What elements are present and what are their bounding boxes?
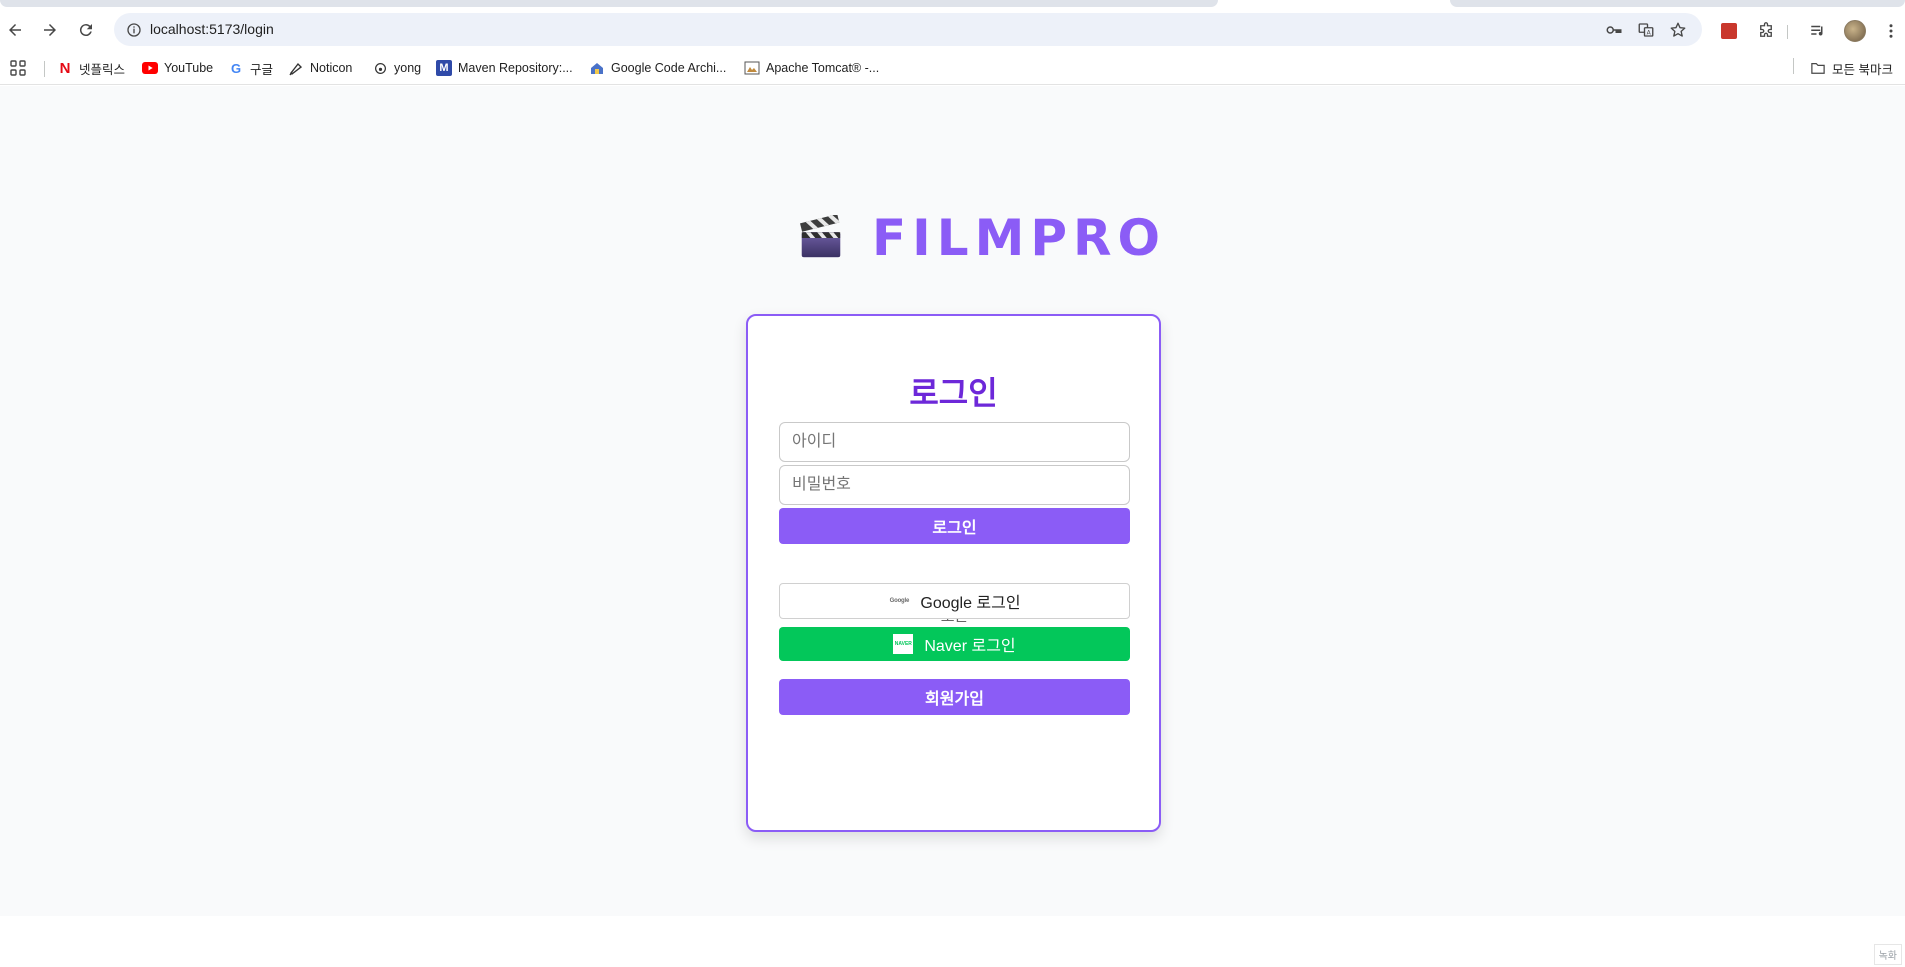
reload-button[interactable] [72,16,100,44]
reload-icon [79,24,92,37]
password-key-icon[interactable] [1604,20,1624,40]
address-bar[interactable]: localhost:5173/login A [114,13,1702,46]
toolbar-separator [1787,25,1788,39]
back-button[interactable] [1,16,29,44]
bookmarks-separator [44,61,45,77]
login-card: 로그인 로그인 또는 Google Google 로그인 NAVER Naver… [746,314,1161,832]
bookmark-label: Apache Tomcat® -... [766,61,880,75]
google-icon: G [230,60,242,76]
extension-red-icon[interactable] [1718,20,1740,42]
login-title: 로그인 [909,375,998,411]
extensions-puzzle-icon[interactable] [1755,20,1777,42]
bookmark-label: Google Code Archi... [611,61,727,75]
noticon-icon [288,60,304,76]
youtube-icon [142,60,158,76]
tab-strip [0,0,1905,8]
tomcat-icon [744,60,760,76]
profile-avatar[interactable] [1844,20,1866,42]
forward-arrow-icon [44,24,56,36]
bookmarks-bar: N 넷플릭스 YouTube G 구글 Noticon yong M Maven… [0,51,1905,85]
signup-button[interactable]: 회원가입 [779,679,1130,715]
page-footer-area: 녹화 [0,916,1905,967]
bookmark-noticon[interactable]: Noticon [288,58,352,78]
more-menu-icon[interactable] [1880,20,1902,42]
url-text: localhost:5173/login [150,21,274,37]
apps-grid-icon[interactable] [10,58,26,78]
forward-button[interactable] [36,16,64,44]
google-login-button[interactable]: Google Google 로그인 [779,583,1130,619]
login-button[interactable]: 로그인 [779,508,1130,544]
bookmark-google[interactable]: G 구글 [228,58,273,78]
clapperboard-icon [800,215,841,258]
brand-title: FILMPRO [872,209,1167,267]
login-page: FILMPRO 로그인 로그인 또는 Google Google 로그인 NAV… [0,86,1905,916]
bookmark-label: yong [394,61,422,75]
bookmarks-right-separator [1793,58,1794,74]
naver-login-label: Naver 로그인 [924,638,1016,655]
browser-toolbar: localhost:5173/login A [0,8,1905,51]
media-playlist-icon[interactable] [1807,20,1829,42]
google-code-icon [589,60,605,76]
password-input[interactable] [779,465,1130,505]
google-logo-icon: Google [889,598,910,604]
naver-login-button[interactable]: NAVER Naver 로그인 [779,627,1130,661]
brand-header: FILMPRO [798,208,1166,268]
bookmark-label: 넷플릭스 [79,62,126,77]
id-input[interactable] [779,422,1130,462]
maven-icon: M [436,60,452,76]
site-info-icon[interactable] [124,20,144,40]
bookmark-label: Maven Repository:... [458,61,573,75]
github-icon [372,60,388,76]
bookmark-label: YouTube [164,61,214,75]
google-login-label: Google 로그인 [920,595,1021,612]
bookmark-tomcat[interactable]: Apache Tomcat® -... [744,58,879,78]
bookmark-label: 구글 [250,62,274,77]
bookmark-star-icon[interactable] [1668,20,1688,40]
login-button-label: 로그인 [932,520,977,537]
translate-icon[interactable]: A [1636,20,1656,40]
naver-logo-icon: NAVER [893,634,914,654]
all-bookmarks-folder[interactable]: 모든 북마크 [1810,58,1893,78]
tab-active[interactable] [0,0,1218,7]
folder-icon [1810,60,1826,76]
bookmark-netflix[interactable]: N 넷플릭스 [57,58,125,78]
back-arrow-icon [9,24,21,36]
bookmark-maven[interactable]: M Maven Repository:... [436,58,573,78]
recording-tag: 녹화 [1873,944,1902,965]
bookmark-label: Noticon [310,61,353,75]
bookmark-youtube[interactable]: YouTube [142,58,213,78]
bookmark-google-code[interactable]: Google Code Archi... [589,58,726,78]
bookmark-yong[interactable]: yong [372,58,421,78]
all-bookmarks-label: 모든 북마크 [1832,62,1893,77]
netflix-icon: N [59,59,71,77]
tab-other[interactable] [1450,0,1905,7]
signup-button-label: 회원가입 [925,691,984,708]
